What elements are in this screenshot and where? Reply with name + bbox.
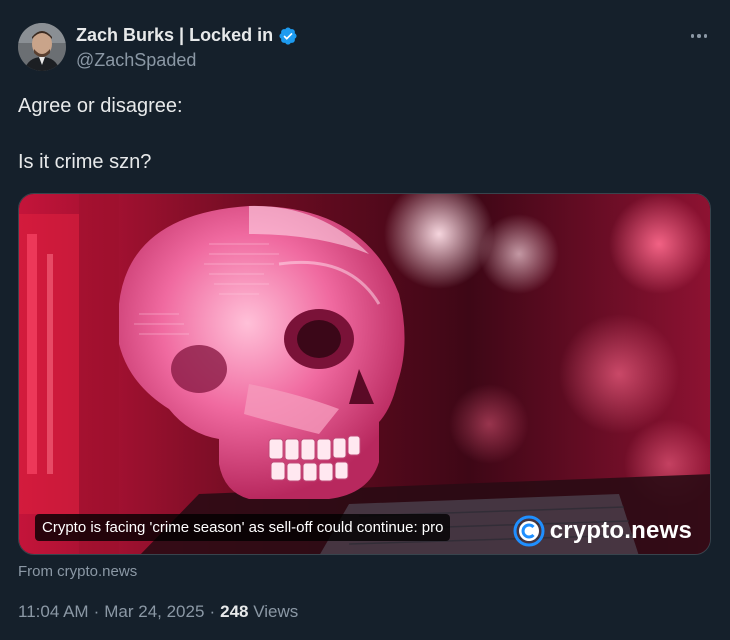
card-caption: Crypto is facing 'crime season' as sell-… [35,514,451,541]
view-count: 248 [220,602,249,621]
tweet-meta: 11:04 AM · Mar 24, 2025 · 248 Views [18,602,298,622]
tweet: Zach Burks | Locked in @ZachSpaded Agree… [0,0,730,640]
tweet-date[interactable]: Mar 24, 2025 [104,602,204,621]
separator-dot: · [93,602,100,621]
crypto-news-logo-icon [513,515,545,547]
more-horizontal-icon [690,34,695,38]
avatar-image [18,23,66,71]
tweet-text: Agree or disagree: Is it crime szn? [18,94,708,174]
author-handle[interactable]: @ZachSpaded [76,50,196,71]
views-label: Views [253,602,299,621]
more-options-button[interactable] [686,27,712,45]
card-watermark: crypto.news [513,515,692,547]
card-image [19,194,710,554]
verified-badge-icon [278,26,298,46]
separator-dot: · [209,602,216,621]
tweet-time[interactable]: 11:04 AM [18,602,89,621]
author-display-name[interactable]: Zach Burks | Locked in [76,25,273,46]
tweet-line: Agree or disagree: [18,95,183,117]
watermark-text: crypto.news [549,517,692,544]
avatar[interactable] [18,23,66,71]
tweet-line: Is it crime szn? [18,151,152,173]
card-source-link[interactable]: From crypto.news [18,563,137,580]
link-card[interactable]: Crypto is facing 'crime season' as sell-… [18,193,711,555]
author-name-row: Zach Burks | Locked in [76,24,298,46]
